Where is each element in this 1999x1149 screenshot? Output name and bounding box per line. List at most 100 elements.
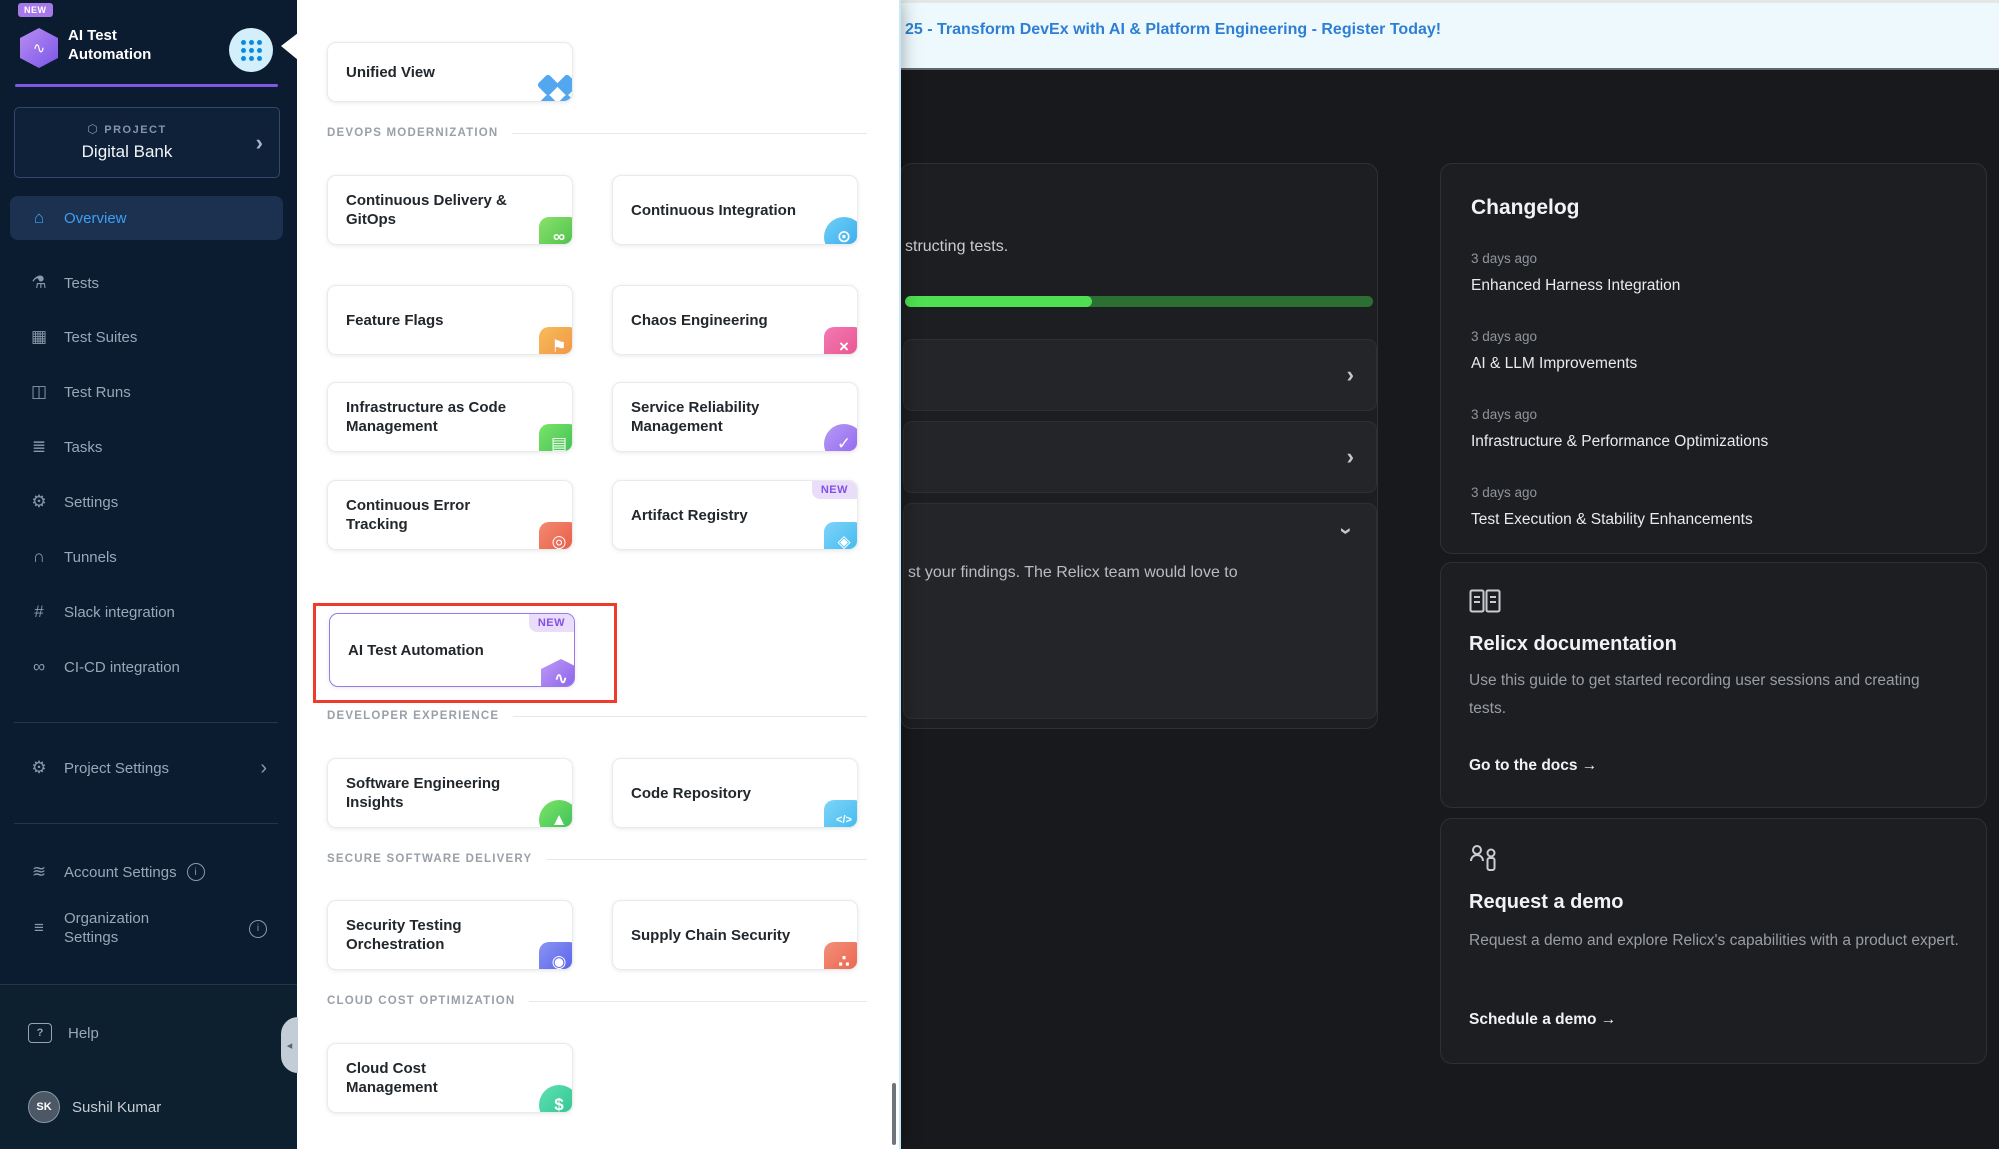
cube-icon: ⬡ — [87, 122, 99, 136]
project-label-row: ⬡PROJECT — [15, 122, 239, 136]
onboarding-partial-text: structing tests. — [905, 238, 1008, 256]
section-header-devops: DEVOPS MODERNIZATION — [327, 127, 867, 139]
docs-link[interactable]: Go to the docs → — [1469, 757, 1597, 775]
iacm-icon: ▤ — [539, 424, 573, 452]
onboarding-step-row[interactable]: › — [903, 339, 1377, 411]
chevron-right-icon: › — [260, 757, 267, 780]
module-card-srm[interactable]: Service Reliability Management ✓ — [612, 382, 858, 452]
docs-card: Relicx documentation Use this guide to g… — [1440, 562, 1987, 808]
module-card-feature-flags[interactable]: Feature Flags ⚑ — [327, 285, 573, 355]
divider — [14, 823, 278, 824]
onboarding-step-row-expanded[interactable]: › st your findings. The Relicx team woul… — [903, 503, 1377, 719]
layers-icon: ≋ — [28, 862, 50, 882]
banner-link[interactable]: 25 - Transform DevEx with AI & Platform … — [905, 21, 1441, 39]
section-header-secure: SECURE SOFTWARE DELIVERY — [327, 853, 867, 865]
sei-icon: ▲ — [539, 800, 573, 828]
sidebar-item-account-settings[interactable]: ≋Account Settings i — [10, 850, 283, 894]
chevron-right-icon: › — [256, 130, 263, 156]
changelog-time: 3 days ago — [1471, 407, 1537, 422]
module-card-iacm[interactable]: Infrastructure as Code Management ▤ — [327, 382, 573, 452]
sidebar-item-tasks[interactable]: ≣Tasks — [10, 425, 283, 469]
onboarding-expanded-partial-text: st your findings. The Relicx team would … — [908, 564, 1338, 582]
changelog-entry[interactable]: AI & LLM Improvements — [1471, 355, 1637, 373]
module-card-sei[interactable]: Software Engineering Insights ▲ — [327, 758, 573, 828]
sto-icon: ◉ — [539, 942, 573, 970]
cicd-icon: ∞ — [28, 657, 50, 677]
demo-title: Request a demo — [1469, 891, 1623, 914]
sidebar-item-help[interactable]: ?Help — [10, 1011, 283, 1055]
module-card-ccm[interactable]: Cloud Cost Management $ — [327, 1043, 573, 1113]
help-chat-icon: ? — [28, 1023, 52, 1043]
progress-bar — [905, 296, 1373, 307]
sidebar-item-overview[interactable]: ⌂Overview — [10, 196, 283, 240]
user-menu[interactable]: SK Sushil Kumar — [10, 1085, 283, 1129]
info-icon: i — [249, 920, 267, 938]
project-name: Digital Bank — [15, 142, 239, 162]
project-selector[interactable]: ⬡PROJECT Digital Bank › — [14, 107, 280, 178]
demo-link[interactable]: Schedule a demo → — [1469, 1011, 1616, 1029]
book-icon — [1469, 589, 1501, 615]
module-picker-panel: Unified View DEVOPS MODERNIZATION Contin… — [297, 0, 901, 1149]
module-card-cd-gitops[interactable]: Continuous Delivery & GitOps ∞ — [327, 175, 573, 245]
sidebar-item-test-runs[interactable]: ◫Test Runs — [10, 370, 283, 414]
sidebar-item-test-suites[interactable]: ▦Test Suites — [10, 315, 283, 359]
ci-icon: ⊙ — [824, 217, 858, 245]
sidebar-item-project-settings[interactable]: ⚙Project Settings › — [10, 746, 283, 790]
changelog-time: 3 days ago — [1471, 329, 1537, 344]
app-logo-icon: ∿ — [20, 28, 58, 68]
module-card-artifact-registry[interactable]: NEW Artifact Registry ◈ — [612, 480, 858, 550]
module-card-sto[interactable]: Security Testing Orchestration ◉ — [327, 900, 573, 970]
onboarding-card: structing tests. › › › st your findings.… — [900, 163, 1378, 729]
sidebar-item-tests[interactable]: ⚗Tests — [10, 261, 283, 305]
changelog-entry[interactable]: Enhanced Harness Integration — [1471, 277, 1680, 295]
columns-icon: ◫ — [28, 382, 50, 402]
demo-description: Request a demo and explore Relicx's capa… — [1469, 927, 1967, 955]
sidebar-item-cicd-integration[interactable]: ∞CI-CD integration — [10, 645, 283, 689]
onboarding-step-row[interactable]: › — [903, 421, 1377, 493]
org-chart-icon: ≡ — [28, 918, 50, 938]
grid-icon: ▦ — [28, 327, 50, 347]
module-card-scs[interactable]: Supply Chain Security ∴ — [612, 900, 858, 970]
progress-fill — [905, 296, 1092, 307]
module-card-chaos-engineering[interactable]: Chaos Engineering × — [612, 285, 858, 355]
changelog-entry[interactable]: Test Execution & Stability Enhancements — [1471, 511, 1753, 529]
unified-view-icon — [540, 77, 573, 102]
error-tracking-icon: ◎ — [539, 522, 573, 550]
sidebar-item-tunnels[interactable]: ∩Tunnels — [10, 535, 283, 579]
app-title: AI Test Automation — [68, 26, 198, 64]
flask-icon: ⚗ — [28, 273, 50, 293]
section-header-cloud-cost: CLOUD COST OPTIMIZATION — [327, 995, 867, 1007]
info-icon: i — [187, 863, 205, 881]
srm-icon: ✓ — [824, 424, 858, 452]
sidebar-collapse-handle[interactable]: ◂ — [281, 1017, 298, 1073]
code-repo-icon: </> — [824, 800, 858, 828]
module-card-continuous-integration[interactable]: Continuous Integration ⊙ — [612, 175, 858, 245]
changelog-time: 3 days ago — [1471, 251, 1537, 266]
slack-icon: # — [28, 602, 50, 622]
new-badge: NEW — [18, 3, 53, 17]
sidebar-item-settings[interactable]: ⚙Settings — [10, 480, 283, 524]
changelog-entry[interactable]: Infrastructure & Performance Optimizatio… — [1471, 433, 1768, 451]
module-card-label: Unified View — [346, 43, 435, 101]
gear-icon: ⚙ — [28, 492, 50, 512]
divider — [14, 722, 278, 723]
panel-scrollbar[interactable] — [892, 1083, 896, 1145]
artifact-registry-icon: ◈ — [824, 522, 858, 550]
chaos-icon: × — [824, 327, 858, 355]
module-card-unified-view[interactable]: Unified View — [327, 42, 573, 102]
accent-divider — [15, 84, 278, 87]
module-card-error-tracking[interactable]: Continuous Error Tracking ◎ — [327, 480, 573, 550]
changelog-time: 3 days ago — [1471, 485, 1537, 500]
tunnel-icon: ∩ — [28, 547, 50, 567]
scs-icon: ∴ — [824, 942, 858, 970]
sidebar-item-slack-integration[interactable]: #Slack integration — [10, 590, 283, 634]
annotation-red-box — [313, 603, 617, 703]
user-name: Sushil Kumar — [72, 1099, 161, 1116]
docs-description: Use this guide to get started recording … — [1469, 667, 1957, 723]
module-card-code-repository[interactable]: Code Repository </> — [612, 758, 858, 828]
list-icon: ≣ — [28, 437, 50, 457]
module-picker-button[interactable] — [229, 28, 273, 72]
ccm-icon: $ — [539, 1085, 573, 1113]
people-icon — [1469, 843, 1501, 873]
sidebar-item-organization-settings[interactable]: ≡ Organization Settings i — [10, 898, 283, 958]
